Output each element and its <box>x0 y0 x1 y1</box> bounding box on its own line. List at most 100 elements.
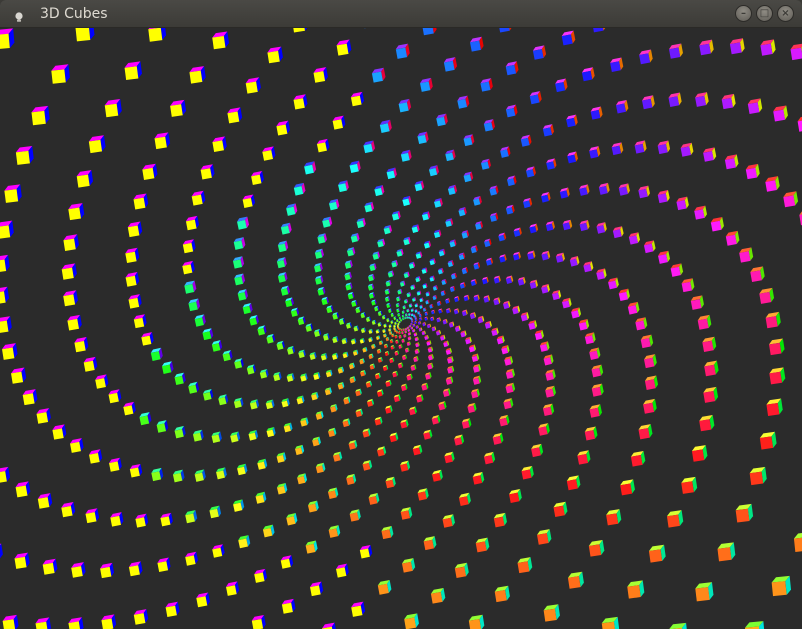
close-button[interactable]: × <box>777 5 794 22</box>
cube <box>368 353 374 360</box>
cube <box>483 119 496 132</box>
cube <box>421 382 429 391</box>
cube <box>401 558 416 573</box>
cube <box>501 345 510 355</box>
cube <box>283 422 293 433</box>
cube <box>427 362 434 370</box>
cube <box>293 182 306 196</box>
cube <box>463 134 475 147</box>
cube <box>422 28 437 36</box>
maximize-icon: □ <box>759 7 770 19</box>
cube <box>174 425 186 439</box>
cube <box>562 219 573 231</box>
cube <box>396 308 400 313</box>
cube <box>366 398 374 407</box>
cube <box>417 321 422 325</box>
cube <box>376 335 381 340</box>
cube <box>412 444 423 456</box>
cube <box>454 562 469 578</box>
cube <box>417 488 429 501</box>
cube <box>445 376 454 385</box>
cube <box>349 160 361 174</box>
cube <box>4 184 22 203</box>
cube <box>413 356 419 363</box>
cube <box>323 333 330 341</box>
cube <box>406 308 410 313</box>
cube <box>411 224 420 234</box>
cube <box>365 316 371 323</box>
title-bar[interactable]: 3D Cubes – □ × <box>0 0 802 28</box>
cube <box>216 467 227 480</box>
cube <box>312 436 321 447</box>
cube <box>385 336 390 342</box>
cube <box>460 330 467 338</box>
cube <box>394 321 397 325</box>
cube <box>750 266 765 282</box>
cube <box>11 367 27 384</box>
cube <box>383 333 387 338</box>
cube <box>161 361 174 374</box>
cube <box>724 154 739 170</box>
cube <box>74 337 89 353</box>
cube <box>494 585 510 603</box>
cube <box>480 78 493 92</box>
cube <box>449 239 457 248</box>
cube <box>374 372 381 380</box>
minimize-button[interactable]: – <box>735 5 752 22</box>
cube <box>362 428 371 438</box>
cube <box>364 201 374 213</box>
cube <box>658 250 671 264</box>
cube <box>703 147 717 162</box>
cube <box>360 369 366 377</box>
cube <box>634 140 647 154</box>
cube <box>491 327 499 336</box>
cube <box>255 491 267 504</box>
cube <box>438 401 447 411</box>
cube <box>421 267 428 274</box>
cube <box>353 325 359 332</box>
cube <box>471 388 480 399</box>
cube <box>477 315 485 324</box>
cube <box>691 445 708 462</box>
cube <box>172 469 185 483</box>
cube <box>539 341 550 352</box>
cube <box>408 312 411 316</box>
cube <box>426 323 432 329</box>
render-canvas[interactable] <box>0 28 802 629</box>
cube <box>749 466 767 486</box>
cube <box>773 105 788 122</box>
cube <box>430 316 435 322</box>
cube <box>194 314 206 327</box>
cube <box>342 351 349 359</box>
cube <box>218 394 229 406</box>
cube <box>552 289 562 301</box>
cube <box>230 431 241 443</box>
cube <box>425 291 431 297</box>
cube <box>124 61 142 81</box>
cube <box>200 164 215 180</box>
cube <box>174 372 186 386</box>
cube <box>342 418 351 428</box>
cube <box>37 493 53 509</box>
cube <box>545 385 556 398</box>
cube <box>429 275 435 282</box>
cube <box>109 457 122 472</box>
maximize-button[interactable]: □ <box>756 5 773 22</box>
cube <box>440 334 446 341</box>
cube <box>523 197 533 209</box>
cube <box>337 366 344 374</box>
cube <box>458 252 466 261</box>
cube <box>338 180 349 193</box>
cube <box>233 397 244 409</box>
cube <box>681 476 698 494</box>
cube <box>320 352 328 361</box>
cube <box>584 426 598 441</box>
cube <box>421 211 431 221</box>
cube <box>437 267 444 275</box>
cube <box>668 92 682 107</box>
cube <box>424 316 428 321</box>
cube <box>710 217 724 232</box>
cube <box>505 61 519 76</box>
cube <box>67 314 82 331</box>
cube <box>378 340 383 346</box>
